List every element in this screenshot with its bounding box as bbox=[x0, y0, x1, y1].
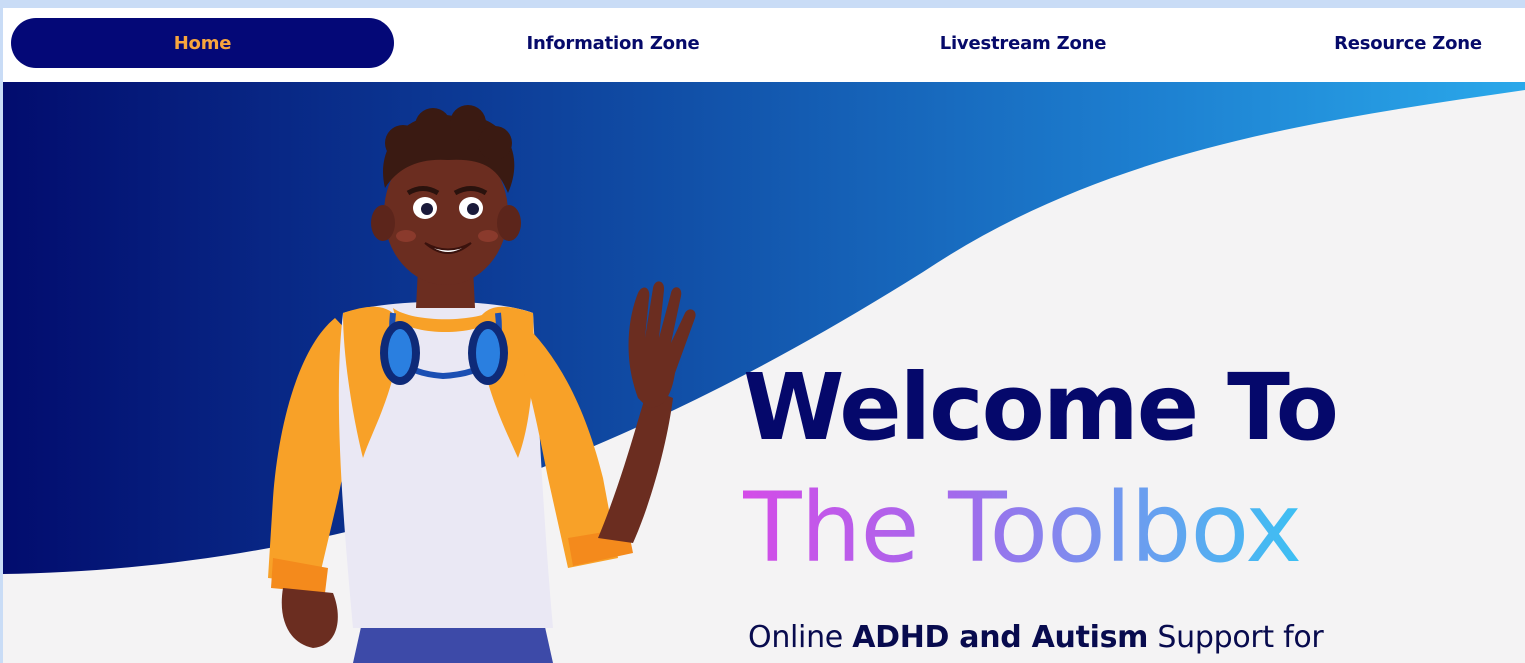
nav-livestream-zone-link[interactable]: Livestream Zone bbox=[883, 18, 1163, 68]
hero-title-toolbox: The Toolbox bbox=[743, 472, 1302, 584]
nav-information-zone-link[interactable]: Information Zone bbox=[473, 18, 753, 68]
tagline-suffix: Support for bbox=[1148, 620, 1324, 655]
hero-title-welcome: Welcome To bbox=[743, 354, 1339, 461]
nav-home-button[interactable]: Home bbox=[11, 18, 394, 68]
hero-section: Welcome To The Toolbox Online ADHD and A… bbox=[3, 82, 1525, 663]
waving-person-illustration bbox=[268, 105, 696, 663]
hero-tagline: Online ADHD and Autism Support for bbox=[748, 620, 1324, 655]
tagline-emphasis: ADHD and Autism bbox=[852, 620, 1149, 655]
top-navigation-bar: Home Information Zone Livestream Zone Re… bbox=[3, 8, 1525, 82]
nav-resource-zone-link[interactable]: Resource Zone bbox=[1293, 18, 1523, 68]
tagline-prefix: Online bbox=[748, 620, 853, 655]
page-frame: Home Information Zone Livestream Zone Re… bbox=[3, 8, 1525, 663]
